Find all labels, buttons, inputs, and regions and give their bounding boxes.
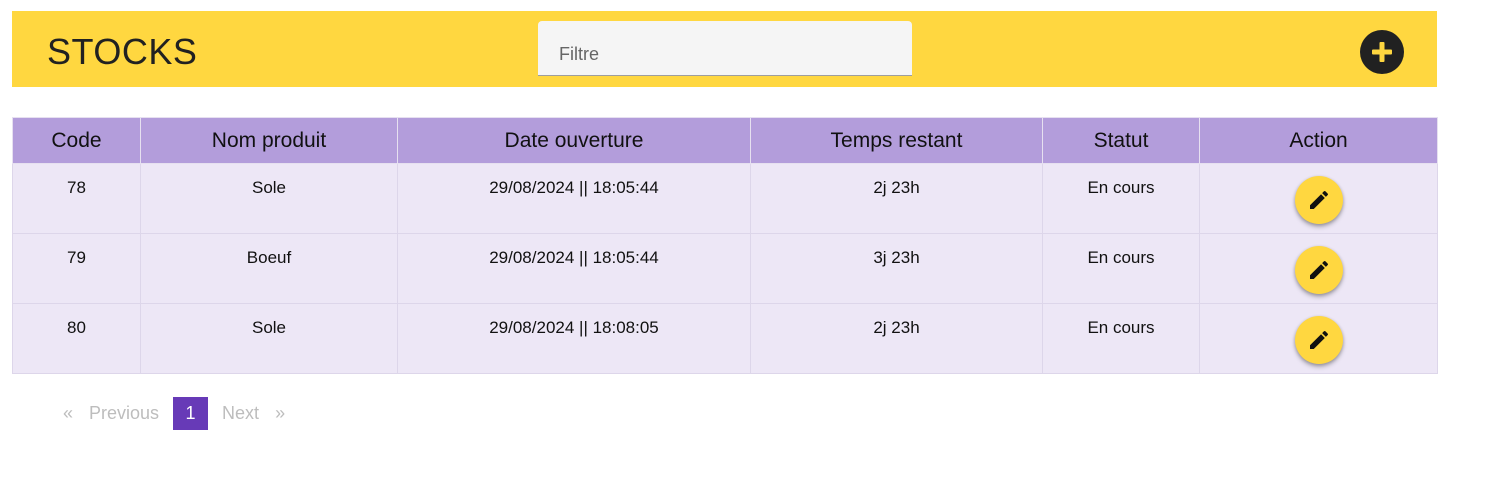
pagination-page-1[interactable]: 1 bbox=[173, 397, 209, 430]
column-header-date-ouverture[interactable]: Date ouverture bbox=[397, 117, 751, 164]
plus-circle-icon bbox=[1372, 42, 1392, 62]
edit-button[interactable] bbox=[1294, 246, 1343, 294]
cell-code: 78 bbox=[12, 163, 141, 234]
stocks-table: Code Nom produit Date ouverture Temps re… bbox=[12, 117, 1438, 374]
cell-date-ouverture: 29/08/2024 || 18:05:44 bbox=[397, 233, 751, 304]
cell-statut: En cours bbox=[1042, 233, 1200, 304]
cell-temps-restant: 2j 23h bbox=[750, 303, 1043, 374]
pencil-icon bbox=[1309, 260, 1328, 279]
cell-action bbox=[1199, 163, 1438, 234]
column-header-code[interactable]: Code bbox=[12, 117, 141, 164]
column-header-action: Action bbox=[1199, 117, 1438, 164]
table-row: 80 Sole 29/08/2024 || 18:08:05 2j 23h En… bbox=[12, 303, 1438, 374]
cell-nom-produit: Sole bbox=[140, 303, 398, 374]
cell-temps-restant: 2j 23h bbox=[750, 163, 1043, 234]
pagination: « Previous 1 Next » bbox=[55, 397, 293, 430]
cell-action bbox=[1199, 233, 1438, 304]
filter-input[interactable] bbox=[557, 43, 891, 66]
pencil-icon bbox=[1309, 190, 1328, 209]
pagination-first[interactable]: « bbox=[55, 403, 81, 424]
cell-nom-produit: Boeuf bbox=[140, 233, 398, 304]
edit-button[interactable] bbox=[1294, 316, 1343, 364]
cell-statut: En cours bbox=[1042, 163, 1200, 234]
cell-statut: En cours bbox=[1042, 303, 1200, 374]
table-row: 79 Boeuf 29/08/2024 || 18:05:44 3j 23h E… bbox=[12, 233, 1438, 304]
pencil-icon bbox=[1309, 330, 1328, 349]
edit-button[interactable] bbox=[1294, 176, 1343, 224]
column-header-statut[interactable]: Statut bbox=[1042, 117, 1200, 164]
table-row: 78 Sole 29/08/2024 || 18:05:44 2j 23h En… bbox=[12, 163, 1438, 234]
cell-temps-restant: 3j 23h bbox=[750, 233, 1043, 304]
page-title: STOCKS bbox=[47, 31, 198, 72]
pagination-next[interactable]: Next bbox=[214, 403, 267, 424]
filter-field[interactable] bbox=[538, 21, 912, 76]
cell-action bbox=[1199, 303, 1438, 374]
column-header-temps-restant[interactable]: Temps restant bbox=[750, 117, 1043, 164]
cell-date-ouverture: 29/08/2024 || 18:08:05 bbox=[397, 303, 751, 374]
cell-code: 79 bbox=[12, 233, 141, 304]
cell-nom-produit: Sole bbox=[140, 163, 398, 234]
pagination-last[interactable]: » bbox=[267, 403, 293, 424]
cell-date-ouverture: 29/08/2024 || 18:05:44 bbox=[397, 163, 751, 234]
app-header: STOCKS bbox=[12, 11, 1437, 87]
pagination-previous[interactable]: Previous bbox=[81, 403, 167, 424]
cell-code: 80 bbox=[12, 303, 141, 374]
column-header-nom-produit[interactable]: Nom produit bbox=[140, 117, 398, 164]
add-stock-button[interactable] bbox=[1360, 30, 1404, 74]
table-header-row: Code Nom produit Date ouverture Temps re… bbox=[12, 117, 1438, 164]
